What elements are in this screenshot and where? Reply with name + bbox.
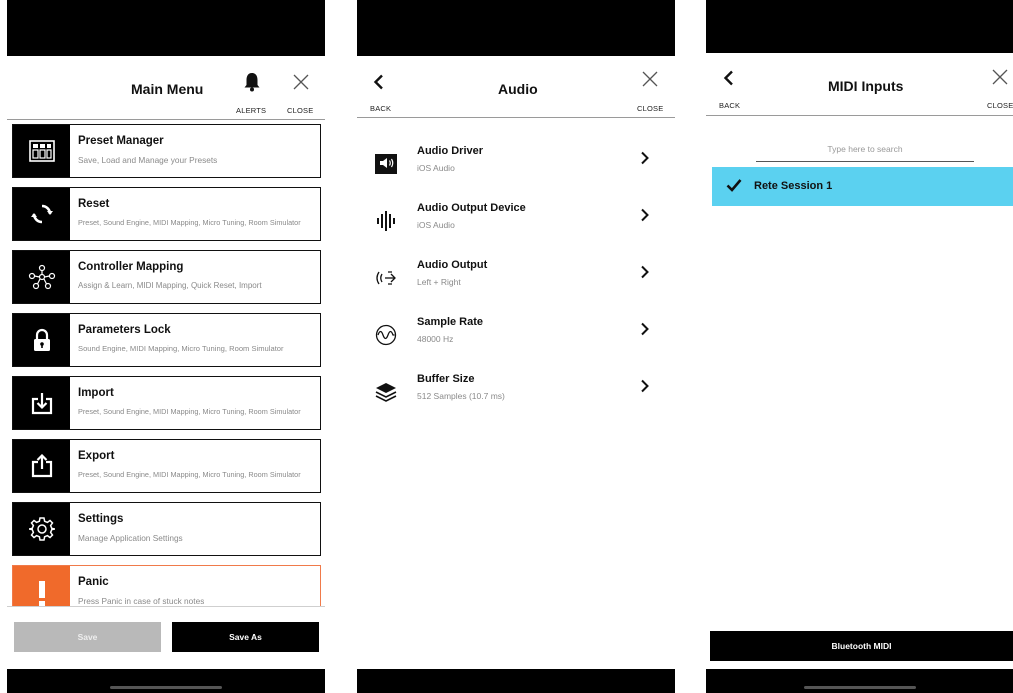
- menu-item-title: Export: [78, 450, 115, 462]
- audio-row-driver[interactable]: Audio Driver iOS Audio: [357, 143, 675, 189]
- status-bar: [357, 0, 675, 56]
- page-title: MIDI Inputs: [828, 78, 904, 94]
- back-chevron-icon[interactable]: [723, 70, 735, 91]
- midi-input-row[interactable]: Rete Session 1: [712, 167, 1013, 206]
- page-title: Audio: [498, 81, 538, 97]
- header-divider: [706, 115, 1013, 116]
- home-indicator-bar: [357, 669, 675, 693]
- back-label[interactable]: BACK: [370, 104, 391, 113]
- audio-row-sample-rate[interactable]: Sample Rate 48000 Hz: [357, 314, 675, 360]
- midi-input-name: Rete Session 1: [754, 180, 833, 192]
- header-divider: [357, 117, 675, 118]
- back-label[interactable]: BACK: [719, 101, 740, 110]
- close-icon[interactable]: [292, 73, 310, 96]
- back-chevron-icon[interactable]: [373, 74, 385, 95]
- close-label[interactable]: CLOSE: [287, 106, 313, 115]
- menu-item-title: Preset Manager: [78, 135, 164, 147]
- search-input[interactable]: Type here to search: [756, 141, 974, 162]
- close-icon[interactable]: [991, 68, 1009, 91]
- status-bar: [706, 0, 1013, 53]
- close-label[interactable]: CLOSE: [987, 101, 1013, 110]
- chevron-right-icon: [640, 265, 650, 284]
- menu-item-subtitle: Preset, Sound Engine, MIDI Mapping, Micr…: [78, 407, 301, 416]
- menu-item-subtitle: Manage Application Settings: [78, 533, 183, 543]
- audio-row-title: Sample Rate: [417, 316, 484, 328]
- bluetooth-midi-button[interactable]: Bluetooth MIDI: [710, 631, 1013, 661]
- stereo-output-icon: [373, 265, 399, 291]
- lock-icon: [13, 314, 70, 366]
- home-indicator: [110, 686, 222, 689]
- header-divider: [7, 119, 325, 120]
- menu-item-subtitle: Assign & Learn, MIDI Mapping, Quick Rese…: [78, 281, 262, 290]
- midi-inputs-screen: BACK MIDI Inputs CLOSE Type here to sear…: [706, 0, 1013, 693]
- speaker-icon: [373, 151, 399, 177]
- audio-row-value: iOS Audio: [417, 220, 455, 230]
- audio-row-title: Audio Output: [417, 259, 488, 271]
- menu-item-title: Settings: [78, 513, 124, 525]
- page-title: Main Menu: [131, 81, 204, 97]
- menu-item-reset[interactable]: Reset Preset, Sound Engine, MIDI Mapping…: [12, 187, 321, 241]
- chevron-right-icon: [640, 322, 650, 341]
- menu-item-subtitle: Press Panic in case of stuck notes: [78, 596, 205, 606]
- menu-item-settings[interactable]: Settings Manage Application Settings: [12, 502, 321, 556]
- audio-row-title: Audio Output Device: [417, 202, 526, 214]
- audio-row-value: 48000 Hz: [417, 334, 454, 344]
- audio-screen: BACK Audio CLOSE Audio Driver iOS Audio …: [357, 0, 675, 693]
- main-menu-screen: Main Menu ALERTS CLOSE Preset Manager Sa…: [7, 0, 325, 693]
- menu-item-import[interactable]: Import Preset, Sound Engine, MIDI Mappin…: [12, 376, 321, 430]
- export-icon: [13, 440, 70, 492]
- menu-item-subtitle: Preset, Sound Engine, MIDI Mapping, Micr…: [78, 218, 301, 227]
- checkmark-icon: [726, 178, 742, 197]
- import-icon: [13, 377, 70, 429]
- menu-item-export[interactable]: Export Preset, Sound Engine, MIDI Mappin…: [12, 439, 321, 493]
- chevron-right-icon: [640, 208, 650, 227]
- audio-row-title: Buffer Size: [417, 373, 475, 385]
- layers-icon: [373, 379, 399, 405]
- menu-item-preset-manager[interactable]: Preset Manager Save, Load and Manage you…: [12, 124, 321, 178]
- menu-item-subtitle: Preset, Sound Engine, MIDI Mapping, Micr…: [78, 470, 301, 479]
- audio-row-value: iOS Audio: [417, 163, 455, 173]
- menu-item-subtitle: Sound Engine, MIDI Mapping, Micro Tuning…: [78, 344, 284, 353]
- menu-item-title: Controller Mapping: [78, 261, 184, 273]
- audio-row-buffer-size[interactable]: Buffer Size 512 Samples (10.7 ms): [357, 371, 675, 417]
- menu-item-title: Panic: [78, 576, 109, 588]
- network-nodes-icon: [13, 251, 70, 303]
- save-button[interactable]: Save: [14, 622, 161, 652]
- chevron-right-icon: [640, 151, 650, 170]
- status-bar: [7, 0, 325, 56]
- close-label[interactable]: CLOSE: [637, 104, 663, 113]
- audio-row-output-device[interactable]: Audio Output Device iOS Audio: [357, 200, 675, 246]
- audio-row-value: Left + Right: [417, 277, 461, 287]
- sine-wave-icon: [373, 322, 399, 348]
- menu-item-title: Reset: [78, 198, 110, 210]
- reset-arrows-icon: [13, 188, 70, 240]
- menu-item-title: Parameters Lock: [78, 324, 171, 336]
- menu-item-parameters-lock[interactable]: Parameters Lock Sound Engine, MIDI Mappi…: [12, 313, 321, 367]
- menu-item-subtitle: Save, Load and Manage your Presets: [78, 155, 218, 165]
- audio-row-title: Audio Driver: [417, 145, 484, 157]
- alerts-label[interactable]: ALERTS: [236, 106, 266, 115]
- audio-row-value: 512 Samples (10.7 ms): [417, 391, 505, 401]
- home-indicator: [803, 686, 916, 689]
- home-indicator-bar: [7, 669, 325, 693]
- menu-item-title: Import: [78, 387, 114, 399]
- gear-icon: [13, 503, 70, 555]
- close-icon[interactable]: [641, 70, 659, 93]
- save-as-button[interactable]: Save As: [172, 622, 319, 652]
- waveform-bars-icon: [373, 208, 399, 234]
- chevron-right-icon: [640, 379, 650, 398]
- preset-grid-icon: [13, 125, 70, 177]
- audio-row-output[interactable]: Audio Output Left + Right: [357, 257, 675, 303]
- home-indicator-bar: [706, 669, 1013, 693]
- menu-item-controller-mapping[interactable]: Controller Mapping Assign & Learn, MIDI …: [12, 250, 321, 304]
- alerts-bell-icon[interactable]: [243, 72, 261, 97]
